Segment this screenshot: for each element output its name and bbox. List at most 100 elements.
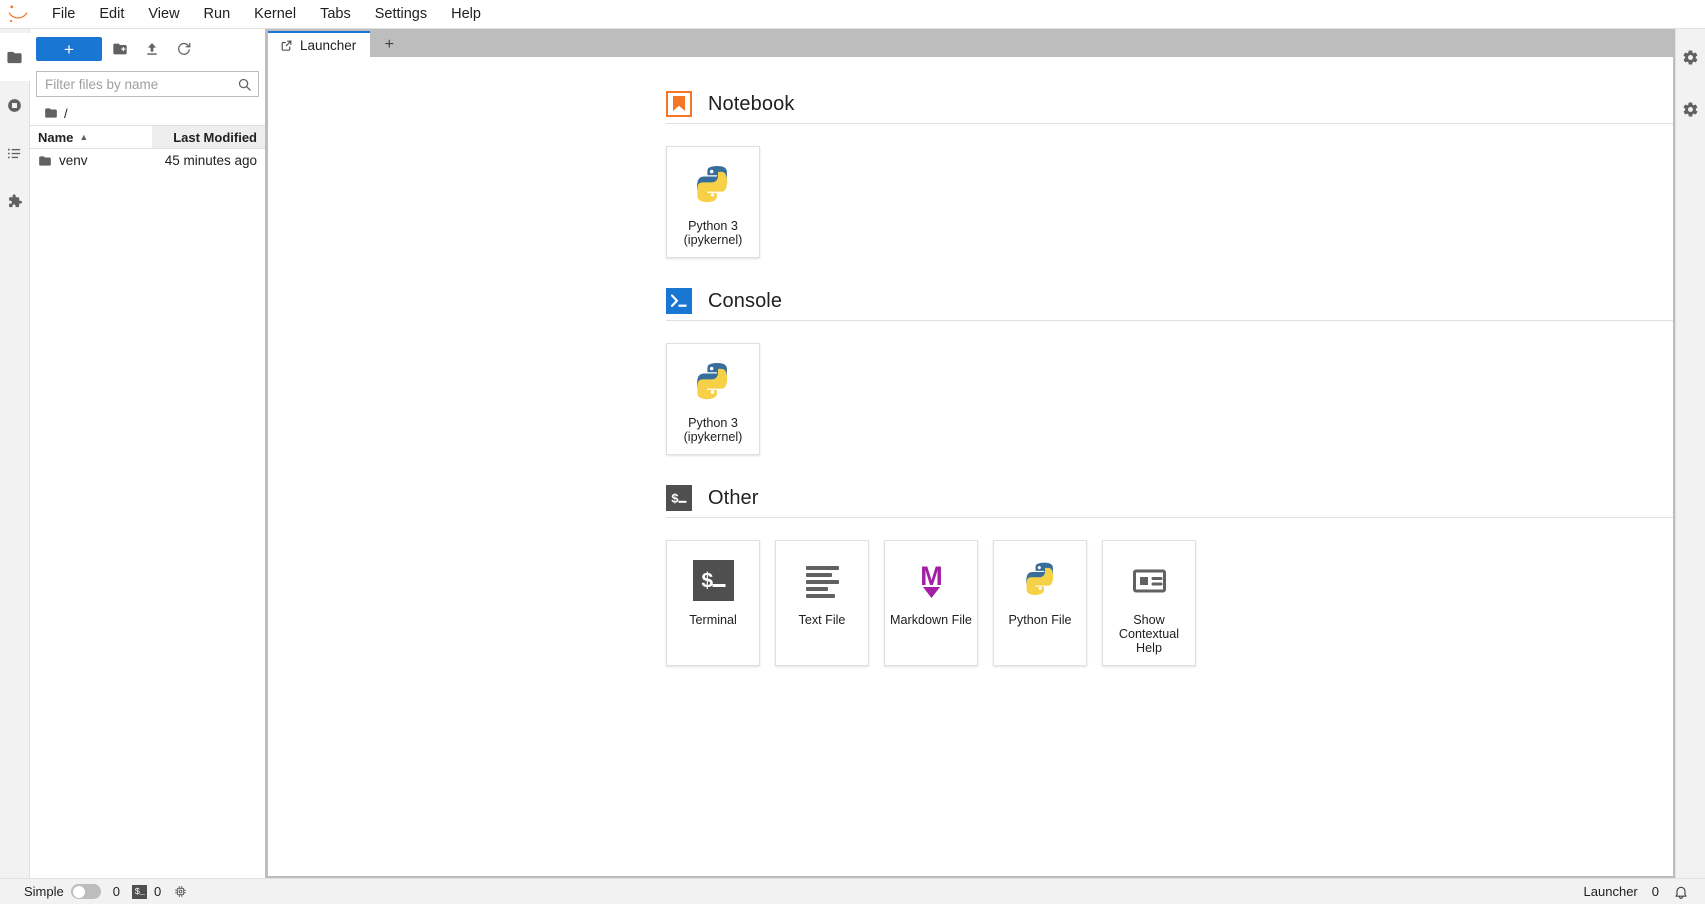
file-browser-panel: + Filter files by name / Name ▲ Last Mod… [30, 29, 266, 878]
notification-count: 0 [1651, 884, 1659, 899]
launcher-tab-icon [280, 39, 293, 52]
sidebar-property-inspector[interactable] [1676, 39, 1705, 75]
launcher-card-terminal[interactable]: $ Terminal [666, 540, 760, 666]
menu-edit[interactable]: Edit [87, 2, 136, 27]
section-header-other: $ Other [666, 485, 1673, 517]
tab-bar: Launcher + [266, 29, 1675, 58]
launcher-section-other: $ Other $ Terminal Text File M Markdown … [268, 485, 1673, 666]
launcher-section-notebook: Notebook Python 3 (ipykernel) [268, 91, 1673, 258]
column-header-name-label: Name [38, 129, 74, 145]
sidebar-running-terminals-kernels[interactable] [0, 81, 30, 129]
launcher-section-console: Console Python 3 (ipykernel) [268, 288, 1673, 455]
sidebar-commands[interactable] [0, 129, 30, 177]
current-tab-label[interactable]: Launcher [1584, 884, 1638, 899]
file-browser-toolbar: + [30, 33, 265, 65]
table-row[interactable]: venv 45 minutes ago [30, 149, 265, 172]
card-label: Python File [1008, 613, 1072, 627]
menu-file[interactable]: File [40, 2, 87, 27]
status-bar: Simple 0 $_ 0 Launcher 0 [0, 878, 1705, 904]
menu-settings[interactable]: Settings [363, 2, 439, 27]
breadcrumb-path[interactable]: / [64, 106, 68, 121]
menu-tabs[interactable]: Tabs [308, 2, 363, 27]
new-tab-button[interactable]: + [374, 33, 404, 57]
file-list-header: Name ▲ Last Modified [30, 125, 265, 149]
refresh-file-list-button[interactable] [170, 37, 198, 61]
column-header-name[interactable]: Name ▲ [30, 130, 152, 145]
sidebar-file-browser[interactable] [0, 33, 30, 81]
section-title-other: Other [708, 486, 759, 509]
terminal-count: 0 [153, 884, 162, 899]
resource-usage-status[interactable] [173, 884, 188, 899]
contextual-help-icon [1129, 557, 1170, 603]
svg-text:$: $ [671, 492, 679, 507]
terminal-dollar-icon: $ [692, 557, 734, 603]
terminal-dollar-icon: $ [666, 485, 692, 511]
refresh-icon [176, 41, 192, 57]
file-name-label: venv [59, 153, 88, 168]
python-logo-icon [1020, 557, 1061, 603]
toggle-knob [72, 885, 85, 898]
tab-launcher[interactable]: Launcher [268, 31, 371, 58]
text-file-lines-icon [802, 557, 843, 603]
launcher-card-notebook-python3[interactable]: Python 3 (ipykernel) [666, 146, 760, 258]
launcher-card-contextual-help[interactable]: Show Contextual Help [1102, 540, 1196, 666]
launcher-content: Notebook Python 3 (ipykernel) Console Py… [268, 57, 1673, 666]
launcher-card-python-file[interactable]: Python File [993, 540, 1087, 666]
file-name-cell[interactable]: venv [30, 153, 152, 168]
console-prompt-icon [666, 288, 692, 314]
jupyter-logo-icon [4, 0, 32, 28]
search-icon[interactable] [237, 77, 252, 92]
upload-icon [144, 41, 160, 57]
cpu-chip-icon [173, 884, 188, 899]
kernel-sessions-status[interactable]: 0 [113, 884, 120, 899]
breadcrumb[interactable]: / [30, 101, 265, 125]
sidebar-debugger[interactable] [1676, 91, 1705, 127]
tab-label: Launcher [300, 38, 357, 53]
menu-kernel[interactable]: Kernel [242, 2, 308, 27]
main-body: + Filter files by name / Name ▲ Last Mod… [0, 29, 1705, 878]
svg-text:$: $ [701, 571, 714, 594]
search-input[interactable] [45, 76, 237, 92]
content-shell: Notebook Python 3 (ipykernel) Console Py… [266, 57, 1675, 878]
right-sidebar-rail [1675, 29, 1705, 878]
puzzle-piece-icon [6, 193, 23, 210]
jupyterlab-window: File Edit View Run Kernel Tabs Settings … [0, 0, 1705, 904]
terminal-sessions-status[interactable]: $_ 0 [131, 884, 162, 899]
file-list: venv 45 minutes ago [30, 149, 265, 172]
simple-mode-toggle-group[interactable]: Simple [24, 884, 101, 899]
menu-view[interactable]: View [136, 2, 191, 27]
new-folder-button[interactable] [106, 37, 134, 61]
card-label: Python 3 (ipykernel) [683, 219, 743, 247]
file-filter-box[interactable] [36, 71, 259, 97]
menu-run[interactable]: Run [192, 2, 243, 27]
status-bar-left: Simple 0 $_ 0 [24, 884, 188, 899]
launcher-card-text-file[interactable]: Text File [775, 540, 869, 666]
running-stop-circle-icon [6, 97, 23, 114]
status-bar-right: Launcher 0 [1584, 884, 1697, 900]
launcher-panel: Notebook Python 3 (ipykernel) Console Py… [268, 57, 1673, 876]
new-folder-icon [112, 41, 128, 57]
section-header-console: Console [666, 288, 1673, 320]
simple-mode-toggle[interactable] [70, 884, 101, 899]
upload-files-button[interactable] [138, 37, 166, 61]
card-label: Python 3 (ipykernel) [683, 416, 743, 444]
left-sidebar-rail [0, 29, 30, 878]
bell-icon[interactable] [1673, 884, 1689, 900]
launcher-card-console-python3[interactable]: Python 3 (ipykernel) [666, 343, 760, 455]
sidebar-extension-manager[interactable] [0, 177, 30, 225]
menu-help[interactable]: Help [439, 2, 493, 27]
main-dock-area: Launcher + Notebook Python 3 (ipykernel)… [266, 29, 1675, 878]
bug-gear-icon [1682, 101, 1699, 118]
card-row-other: $ Terminal Text File M Markdown File Pyt… [666, 518, 1673, 666]
kernel-count: 0 [112, 884, 120, 899]
notebook-bookmark-icon [666, 91, 692, 117]
new-launcher-button[interactable]: + [36, 37, 102, 61]
folder-icon [38, 154, 52, 168]
column-header-last-modified[interactable]: Last Modified [152, 126, 265, 148]
card-label: Terminal [689, 613, 737, 627]
command-list-icon [6, 145, 23, 162]
card-label: Text File [798, 613, 846, 627]
markdown-m-icon: M [911, 557, 952, 603]
card-row-notebook: Python 3 (ipykernel) [666, 124, 1673, 258]
launcher-card-markdown-file[interactable]: M Markdown File [884, 540, 978, 666]
